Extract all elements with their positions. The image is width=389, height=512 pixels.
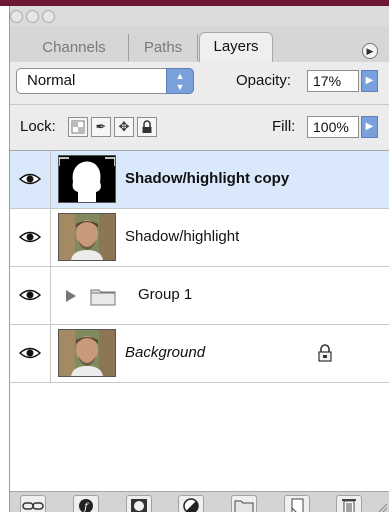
tab-layers[interactable]: Layers	[199, 32, 273, 63]
blend-mode-value: Normal	[27, 72, 76, 89]
layer-row-shadow-highlight[interactable]: Shadow/highlight	[10, 209, 389, 267]
layer-image-thumbnail	[58, 329, 116, 377]
fill-label: Fill:	[272, 118, 296, 135]
visibility-toggle[interactable]	[10, 209, 51, 266]
trash-icon[interactable]	[336, 495, 362, 512]
tab-channels[interactable]: Channels	[20, 34, 129, 61]
new-group-icon[interactable]	[231, 495, 257, 512]
eye-icon	[19, 347, 41, 359]
panel-tabs: Channels Paths Layers ▶	[10, 26, 389, 63]
eye-icon	[19, 173, 41, 185]
select-arrows-icon: ▲ ▼	[166, 68, 194, 94]
fill-slider-button[interactable]: ▶	[361, 116, 378, 138]
visibility-toggle[interactable]	[10, 325, 51, 382]
layers-list: Shadow/highlight copy Shadow/highlight G…	[10, 151, 389, 491]
expand-triangle-icon[interactable]	[65, 289, 77, 303]
fill-field[interactable]: 100%	[307, 116, 359, 138]
layer-row-group-1[interactable]: Group 1	[10, 267, 389, 325]
zoom-window-button[interactable]	[42, 10, 55, 23]
lock-transparent-pixels-icon[interactable]	[68, 117, 88, 137]
layer-name: Shadow/highlight copy	[125, 170, 290, 187]
new-layer-icon[interactable]	[284, 495, 310, 512]
lock-label: Lock:	[20, 118, 56, 135]
panel-footer-toolbar: f	[10, 491, 389, 512]
layer-name: Shadow/highlight	[125, 228, 240, 245]
minimize-window-button[interactable]	[26, 10, 39, 23]
opacity-slider-button[interactable]: ▶	[361, 70, 378, 92]
layer-mask-icon[interactable]	[126, 495, 152, 512]
folder-icon	[90, 289, 116, 306]
lock-icon	[318, 344, 332, 362]
lock-image-pixels-icon[interactable]: ✒	[91, 117, 111, 137]
lock-position-icon[interactable]: ✥	[114, 117, 134, 137]
opacity-field[interactable]: 17%	[307, 70, 359, 92]
layer-style-icon[interactable]: f	[73, 495, 99, 512]
window-title-bar	[10, 6, 389, 26]
panel-menu-icon[interactable]: ▶	[362, 43, 378, 59]
visibility-toggle[interactable]	[10, 267, 51, 324]
eye-icon	[19, 289, 41, 301]
link-layers-icon[interactable]	[20, 495, 46, 512]
resize-grip-icon[interactable]	[374, 502, 388, 512]
layer-mask-thumbnail	[58, 155, 116, 203]
opacity-label: Opacity:	[236, 72, 292, 89]
layer-row-background[interactable]: Background	[10, 325, 389, 383]
layers-panel: Channels Paths Layers ▶ Normal ▲ ▼ Opacit…	[9, 6, 389, 512]
layer-row-shadow-highlight-copy[interactable]: Shadow/highlight copy	[10, 151, 389, 209]
tab-paths[interactable]: Paths	[129, 34, 198, 61]
visibility-toggle[interactable]	[10, 151, 51, 208]
lock-all-icon[interactable]	[137, 117, 157, 137]
layer-name: Group 1	[138, 286, 193, 303]
layer-name: Background	[125, 344, 206, 361]
adjustment-layer-icon[interactable]	[178, 495, 204, 512]
blend-opacity-row: Normal ▲ ▼ Opacity: 17% ▶	[10, 62, 389, 105]
lock-fill-row: Lock: ✒ ✥ Fill: 100% ▶	[10, 105, 389, 151]
layer-image-thumbnail	[58, 213, 116, 261]
blend-mode-select[interactable]: Normal ▲ ▼	[16, 68, 194, 94]
close-window-button[interactable]	[10, 10, 23, 23]
eye-icon	[19, 231, 41, 243]
